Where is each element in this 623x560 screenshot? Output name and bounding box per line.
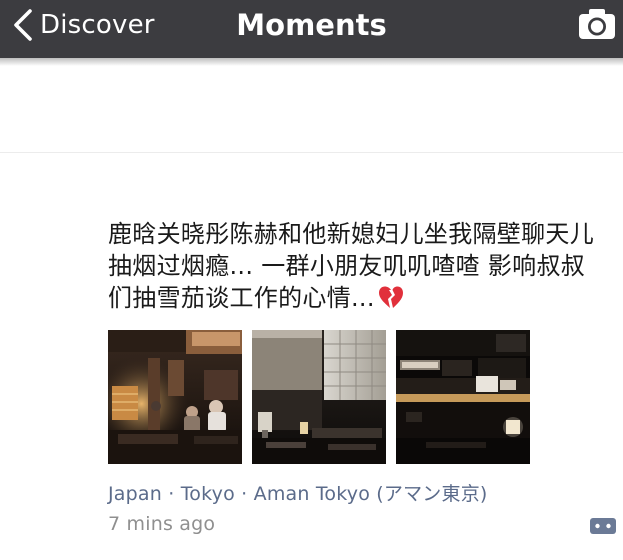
navbar-shadow [0,58,623,66]
post-timestamp: 7 mins ago [108,513,216,535]
photo-lobby-window[interactable] [252,330,386,464]
page-title: Moments [236,8,387,42]
post-text: 鹿晗关晓彤陈赫和他新媳妇儿坐我隔壁聊天儿抽烟过烟瘾... 一群小朋友叽叽喳喳 影… [108,218,608,314]
camera-icon[interactable] [577,6,617,42]
post-location[interactable]: Japan · Tokyo · Aman Tokyo (アマン東京) [108,479,488,506]
photo-dark-bar[interactable] [396,330,530,464]
photo-restaurant-interior[interactable] [108,330,242,464]
moments-screen: Discover Moments 鹿晗关晓彤陈赫和他新媳妇儿坐我隔壁聊天儿抽烟过… [0,0,623,560]
photo-grid [108,330,532,464]
broken-heart-icon [378,286,403,308]
navigation-bar: Discover Moments [0,0,623,58]
post-body: 鹿晗关晓彤陈赫和他新媳妇儿坐我隔壁聊天儿抽烟过烟瘾... 一群小朋友叽叽喳喳 影… [108,220,594,312]
divider [0,152,623,153]
comment-icon[interactable] [589,515,617,537]
